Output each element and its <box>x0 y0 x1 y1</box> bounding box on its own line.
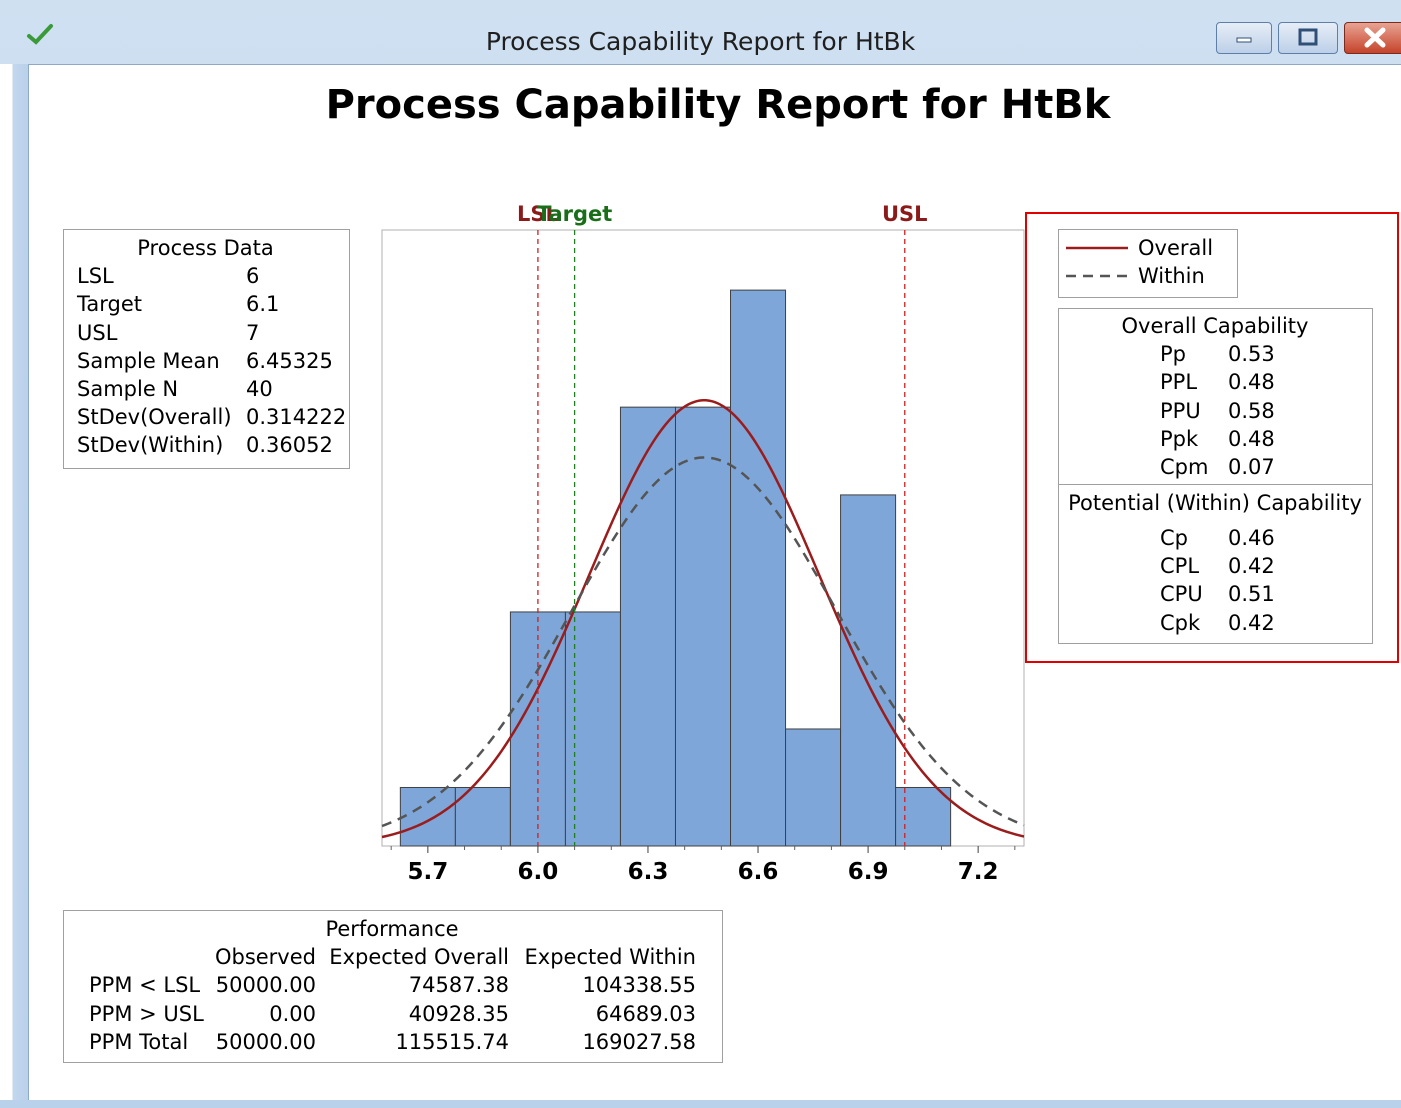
overall-capability-heading: Overall Capability <box>1121 314 1309 338</box>
process-data-value: 40 <box>246 377 273 401</box>
x-tick-label: 5.7 <box>407 859 448 885</box>
capability-value: 0.51 <box>1228 582 1275 606</box>
capability-divider <box>1058 484 1372 485</box>
histogram-bar <box>730 289 787 847</box>
capability-value: 0.48 <box>1228 427 1275 451</box>
within-legend-line <box>1066 274 1128 278</box>
x-tick-label: 6.9 <box>848 859 889 885</box>
process-data-label: StDev(Overall) <box>77 405 232 429</box>
performance-cell: 64689.03 <box>595 1002 696 1026</box>
capability-label: CPL <box>1160 554 1200 578</box>
histogram-chart: LSLTarget USL 5.7 6.0 6.3 6.6 6.9 7.2 <box>381 202 1025 885</box>
window-bottom-border <box>0 1100 1401 1108</box>
histogram-bar <box>785 728 842 847</box>
performance-row-label: PPM > USL <box>89 1002 204 1026</box>
process-data-label: USL <box>77 321 118 345</box>
process-data-value: 6.1 <box>246 292 280 316</box>
process-data-value: 6.45325 <box>246 349 333 373</box>
maximize-icon <box>1298 28 1318 46</box>
capability-table <box>1058 308 1373 644</box>
histogram-bar <box>895 786 952 847</box>
x-tick-label: 6.0 <box>518 859 559 885</box>
process-data-label: LSL <box>77 264 114 288</box>
capability-label: Cp <box>1160 526 1188 550</box>
performance-cell: 169027.58 <box>582 1030 696 1054</box>
histogram-bar <box>674 406 732 847</box>
capability-value: 0.07 <box>1228 455 1275 479</box>
overall-legend-line <box>1066 246 1128 250</box>
window-left-border <box>0 64 28 1108</box>
performance-cell: 50000.00 <box>215 973 316 997</box>
process-data-value: 6 <box>246 264 260 288</box>
x-tick-label: 6.3 <box>628 859 669 885</box>
process-data-label: Sample N <box>77 377 179 401</box>
close-icon <box>1364 27 1386 48</box>
capability-label: Ppk <box>1160 427 1199 451</box>
performance-row-label: PPM < LSL <box>89 973 201 997</box>
performance-row-label: PPM Total <box>89 1030 189 1054</box>
maximize-button[interactable] <box>1278 22 1338 54</box>
x-tick-label: 6.6 <box>738 859 779 885</box>
histogram-bar <box>399 786 456 847</box>
capability-label: PPL <box>1160 370 1198 394</box>
minimize-icon <box>1236 37 1252 43</box>
process-data-label: Sample Mean <box>77 349 220 373</box>
window-title: Process Capability Report for HtBk <box>485 27 916 56</box>
column-header: Expected Within <box>524 945 696 969</box>
performance-cell: 40928.35 <box>408 1002 509 1026</box>
capability-label: Pp <box>1160 342 1186 366</box>
capability-value: 0.42 <box>1228 554 1275 578</box>
capability-value: 0.53 <box>1228 342 1275 366</box>
capability-label: Cpm <box>1160 455 1209 479</box>
legend-overall-label: Overall <box>1138 236 1214 260</box>
capability-value: 0.42 <box>1228 611 1275 635</box>
performance-cell: 115515.74 <box>395 1030 509 1054</box>
capability-value: 0.46 <box>1228 526 1275 550</box>
process-data-label: Target <box>77 292 142 316</box>
performance-cell: 104338.55 <box>582 973 696 997</box>
process-data-heading: Process Data <box>137 236 274 260</box>
x-axis: 5.7 6.0 6.3 6.6 6.9 7.2 <box>390 846 1016 885</box>
capability-value: 0.58 <box>1228 399 1275 423</box>
process-data-value: 0.314222 <box>246 405 347 429</box>
column-header: Expected Overall <box>329 945 509 969</box>
minimize-button[interactable] <box>1216 22 1272 54</box>
target-label: Target <box>537 202 612 226</box>
performance-cell: 0.00 <box>269 1002 316 1026</box>
usl-label: USL <box>882 202 928 226</box>
title-bar[interactable]: Process Capability Report for HtBk <box>0 0 1401 64</box>
histogram-bar <box>564 611 621 847</box>
process-data-value: 0.36052 <box>246 433 333 457</box>
capability-label: PPU <box>1160 399 1201 423</box>
performance-cell: 74587.38 <box>408 973 509 997</box>
report-title: Process Capability Report for HtBk <box>325 82 1111 128</box>
performance-heading: Performance <box>325 917 459 941</box>
capability-value: 0.48 <box>1228 370 1275 394</box>
close-button[interactable] <box>1344 22 1401 54</box>
capability-label: CPU <box>1160 582 1203 606</box>
within-capability-heading: Potential (Within) Capability <box>1068 491 1362 515</box>
histogram-bar <box>840 494 897 847</box>
performance-cell: 50000.00 <box>215 1030 316 1054</box>
capability-label: Cpk <box>1160 611 1201 635</box>
x-tick-label: 7.2 <box>958 859 999 885</box>
legend-within-label: Within <box>1138 264 1205 288</box>
process-data-label: StDev(Within) <box>77 433 224 457</box>
process-data-value: 7 <box>246 321 260 345</box>
column-header: Observed <box>214 945 316 969</box>
